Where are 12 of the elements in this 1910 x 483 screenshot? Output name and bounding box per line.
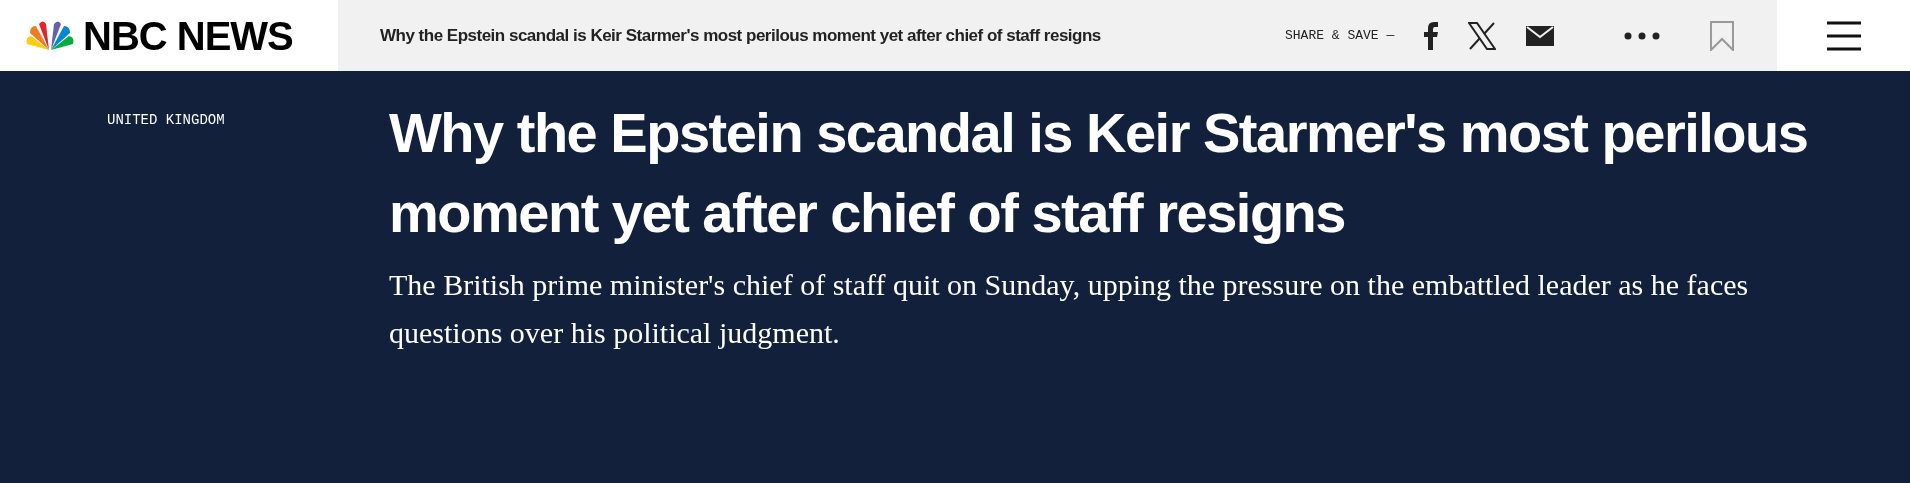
- menu-icon[interactable]: [1825, 20, 1862, 51]
- peacock-logo-icon: [25, 19, 75, 52]
- article-title: Why the Epstein scandal is Keir Starmer's most perilous moment yet after chief of staff resigns: [380, 24, 1102, 47]
- facebook-icon[interactable]: [1424, 21, 1439, 50]
- section-label[interactable]: UNITED KINGDOM: [107, 112, 225, 128]
- article-summary: The British prime minister's chief of staff quit on Sunday, upping the pressure on the embattled leader as he faces questions over his political judgment.: [389, 267, 1749, 351]
- share-label: SHARE & SAVE —: [1285, 26, 1395, 45]
- x-icon[interactable]: [1468, 21, 1497, 50]
- email-icon[interactable]: [1526, 25, 1555, 46]
- more-icon[interactable]: [1624, 31, 1661, 40]
- headline: Why the Epstein scandal is Keir Starmer's most perilous moment yet after chief of staff resigns: [389, 100, 1809, 246]
- logo-text[interactable]: NBC NEWS: [83, 15, 293, 56]
